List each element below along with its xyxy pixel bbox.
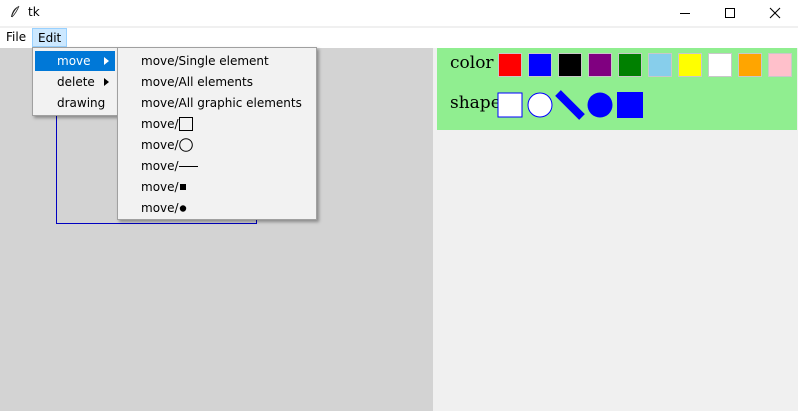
- color-swatch-pink[interactable]: [768, 53, 792, 77]
- menu-bar: [0, 28, 798, 48]
- shape-label: shape: [450, 93, 501, 113]
- move-filled-ovals[interactable]: move/: [141, 198, 188, 218]
- square-outline-icon: [178, 117, 193, 131]
- menu-edit[interactable]: Edit: [32, 28, 68, 47]
- minimize-icon: [680, 13, 690, 14]
- square-outline-icon: [497, 92, 523, 118]
- move-submenu: move/Single element move/All elements mo…: [117, 47, 317, 220]
- color-swatch-white[interactable]: [708, 53, 732, 77]
- close-button[interactable]: [752, 0, 798, 26]
- filled-circle-icon: [587, 92, 613, 118]
- color-swatch-red[interactable]: [498, 53, 522, 77]
- line-icon: [555, 90, 585, 120]
- color-swatch-black[interactable]: [558, 53, 582, 77]
- color-swatch-yellow[interactable]: [678, 53, 702, 77]
- filled-square-icon: [179, 184, 186, 190]
- maximize-button[interactable]: [707, 0, 753, 26]
- color-swatch-purple[interactable]: [588, 53, 612, 77]
- edit-menu-item-drawing[interactable]: drawing: [35, 93, 115, 113]
- move-all-graphic-elements[interactable]: move/All graphic elements: [141, 93, 302, 113]
- shape-rectangle-button[interactable]: [497, 92, 523, 118]
- filled-circle-icon: [179, 205, 186, 212]
- color-swatch-skyblue[interactable]: [648, 53, 672, 77]
- color-swatch-blue[interactable]: [528, 53, 552, 77]
- edit-menu-item-delete[interactable]: delete: [35, 72, 115, 92]
- shape-line-button[interactable]: [555, 90, 585, 120]
- menu-item-label: delete: [57, 75, 95, 89]
- edit-menu-item-move[interactable]: move: [35, 51, 115, 71]
- shape-filled-rectangle-button[interactable]: [617, 92, 643, 118]
- filled-square-icon: [617, 92, 643, 118]
- menu-item-label: drawing: [57, 96, 106, 110]
- circle-outline-icon: [527, 92, 553, 118]
- move-lines[interactable]: move/: [141, 156, 198, 176]
- shape-filled-oval-button[interactable]: [587, 92, 613, 118]
- title-bar: tk: [0, 0, 798, 26]
- edit-menu: move delete drawing: [32, 47, 118, 116]
- maximize-icon: [725, 8, 735, 18]
- submenu-arrow-icon: [104, 57, 109, 65]
- circle-outline-icon: [178, 138, 193, 152]
- color-swatch-orange[interactable]: [738, 53, 762, 77]
- color-swatch-green[interactable]: [618, 53, 642, 77]
- shape-oval-button[interactable]: [527, 92, 553, 118]
- menu-file[interactable]: File: [1, 28, 31, 47]
- color-label: color: [450, 53, 494, 73]
- palette-panel: color shape: [437, 48, 797, 130]
- minimize-button[interactable]: [662, 0, 708, 26]
- window-title: tk: [28, 5, 40, 19]
- line-icon: [178, 166, 198, 167]
- move-single-element[interactable]: move/Single element: [141, 51, 269, 71]
- move-filled-rectangles[interactable]: move/: [141, 177, 188, 197]
- close-icon: [769, 7, 781, 19]
- feather-icon: [11, 5, 20, 18]
- move-all-elements[interactable]: move/All elements: [141, 72, 253, 92]
- menu-item-label: move: [57, 54, 91, 68]
- move-rectangles[interactable]: move/: [141, 114, 193, 134]
- move-ovals[interactable]: move/: [141, 135, 193, 155]
- submenu-arrow-icon: [104, 78, 109, 86]
